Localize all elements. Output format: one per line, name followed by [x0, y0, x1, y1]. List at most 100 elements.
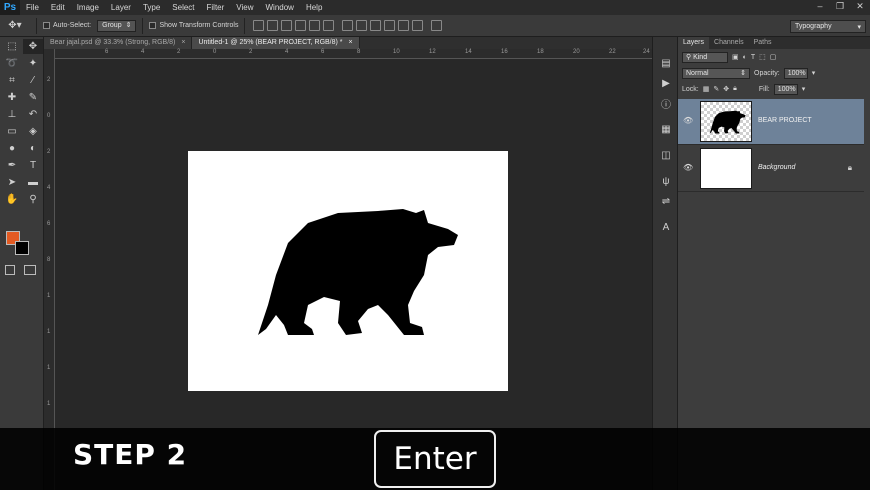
filter-type-icon[interactable]: T — [751, 54, 755, 61]
align-left-icon[interactable] — [295, 20, 307, 31]
zoom-tool-icon[interactable]: ⚲ — [23, 192, 43, 207]
align-right-icon[interactable] — [323, 20, 335, 31]
align-bottom-icon[interactable] — [281, 20, 293, 31]
brush-presets-icon[interactable]: ψ — [653, 171, 679, 191]
tab-bear-jajal[interactable]: Bear jajal.psd @ 33.3% (Strong, RGB/8) × — [44, 37, 193, 49]
distribute-right-icon[interactable] — [412, 20, 424, 31]
rectangle-tool-icon[interactable]: ▬ — [23, 175, 43, 190]
actions-icon[interactable]: ▶ — [653, 73, 679, 93]
menu-view[interactable]: View — [230, 0, 259, 15]
distribute-hcenter-icon[interactable] — [398, 20, 410, 31]
marquee-tool-icon[interactable]: ⬚ — [2, 39, 22, 54]
filter-shape-icon[interactable]: ⬚ — [759, 53, 766, 61]
ruler-vertical[interactable]: 2 0 2 4 6 8 1 1 1 1 — [44, 49, 55, 490]
distribute-vcenter-icon[interactable] — [356, 20, 368, 31]
align-top-icon[interactable] — [253, 20, 265, 31]
lock-paint-icon[interactable]: ✎ — [713, 85, 719, 93]
eyedropper-tool-icon[interactable]: ⁄ — [23, 73, 43, 88]
align-hcenter-icon[interactable] — [309, 20, 321, 31]
character-icon[interactable]: A — [653, 217, 679, 237]
lock-all-icon[interactable]: 🔒︎ — [733, 85, 737, 93]
tab-channels[interactable]: Channels — [709, 37, 749, 49]
brush-tool-icon[interactable]: ✎ — [23, 90, 43, 105]
navigator-icon[interactable]: ◫ — [653, 145, 679, 165]
swatches-icon[interactable]: ▦ — [653, 119, 679, 139]
type-tool-icon[interactable]: T — [23, 158, 43, 173]
move-tool-icon[interactable]: ✥ — [23, 39, 43, 54]
background-color-swatch[interactable] — [15, 241, 29, 255]
history-icon[interactable]: ▤ — [653, 53, 679, 73]
menu-file[interactable]: File — [20, 0, 45, 15]
menu-layer[interactable]: Layer — [105, 0, 137, 15]
fill-input[interactable]: 100% — [773, 83, 798, 95]
auto-select-dropdown[interactable]: Group ⇕ — [97, 19, 137, 32]
ruler-tick: 24 — [643, 49, 650, 55]
tab-paths[interactable]: Paths — [749, 37, 777, 49]
distribute-left-icon[interactable] — [384, 20, 396, 31]
blur-tool-icon[interactable]: ● — [2, 141, 22, 156]
clone-stamp-tool-icon[interactable]: ⊥ — [2, 107, 22, 122]
layer-row-background[interactable]: 👁︎ Background 🔒︎ — [678, 146, 864, 192]
restore-button[interactable]: ❐ — [834, 1, 846, 12]
move-tool-icon[interactable]: ✥▾ — [0, 15, 30, 37]
document-canvas[interactable] — [188, 151, 508, 391]
workspace-dropdown[interactable]: Typography ▾ — [790, 20, 866, 33]
crop-tool-icon[interactable]: ⌗ — [2, 73, 22, 88]
screen-mode-icon[interactable] — [24, 265, 36, 275]
eraser-tool-icon[interactable]: ▭ — [2, 124, 22, 139]
divider — [36, 17, 37, 34]
menu-edit[interactable]: Edit — [45, 0, 71, 15]
minimize-button[interactable]: – — [814, 1, 826, 12]
show-transform-checkbox[interactable]: Show Transform Controls — [149, 22, 238, 29]
distribute-bottom-icon[interactable] — [370, 20, 382, 31]
ruler-tick: 0 — [213, 49, 217, 55]
tab-untitled-1[interactable]: Untitled-1 @ 25% (BEAR PROJECT, RGB/8) *… — [192, 37, 360, 49]
blend-mode-dropdown[interactable]: Normal ⇕ — [682, 67, 750, 79]
menu-image[interactable]: Image — [71, 0, 105, 15]
distribute-top-icon[interactable] — [342, 20, 354, 31]
visibility-eye-icon[interactable]: 👁︎ — [683, 116, 693, 125]
adjustments-icon[interactable]: ⇌ — [653, 191, 679, 211]
tab-layers[interactable]: Layers — [678, 37, 710, 49]
menu-select[interactable]: Select — [166, 0, 200, 15]
history-brush-tool-icon[interactable]: ↶ — [23, 107, 43, 122]
filter-adjustment-icon[interactable]: ◐ — [743, 54, 747, 61]
opacity-input[interactable]: 100% — [783, 67, 808, 79]
fill-label: Fill: — [758, 85, 770, 93]
menu-window[interactable]: Window — [260, 0, 300, 15]
menu-type[interactable]: Type — [137, 0, 166, 15]
chevron-down-icon[interactable]: ▾ — [802, 85, 806, 93]
magic-wand-tool-icon[interactable]: ✦ — [23, 56, 43, 71]
visibility-eye-icon[interactable]: 👁︎ — [683, 163, 693, 172]
auto-select-checkbox[interactable]: Auto-Select: — [43, 22, 91, 29]
ruler-tick: 2 — [47, 149, 51, 155]
lock-move-icon[interactable]: ✥ — [723, 85, 729, 93]
menu-filter[interactable]: Filter — [201, 0, 231, 15]
filter-pixel-icon[interactable]: ▣ — [732, 53, 739, 61]
healing-brush-tool-icon[interactable]: ✚ — [2, 90, 22, 105]
dodge-tool-icon[interactable]: ◐ — [23, 141, 43, 156]
close-button[interactable]: ✕ — [854, 1, 866, 12]
lock-transparent-icon[interactable]: ▦ — [703, 85, 710, 93]
tab-close-icon[interactable]: × — [349, 37, 353, 49]
path-selection-tool-icon[interactable]: ➤ — [2, 175, 22, 190]
ruler-horizontal[interactable]: 6 4 2 0 2 4 6 8 10 12 14 16 18 20 22 24 — [55, 49, 652, 59]
distribute-buttons — [342, 20, 424, 31]
canvas-area[interactable] — [55, 59, 652, 490]
checkbox-box[interactable] — [43, 22, 50, 29]
tab-close-icon[interactable]: × — [181, 37, 185, 49]
hand-tool-icon[interactable]: ✋ — [2, 192, 22, 207]
filter-smart-icon[interactable]: ▢ — [770, 53, 777, 61]
filter-kind-dropdown[interactable]: ⚲ Kind — [682, 51, 728, 63]
quick-mask-icon[interactable] — [5, 265, 15, 275]
auto-align-icon[interactable] — [431, 20, 443, 31]
menu-help[interactable]: Help — [300, 0, 328, 15]
paint-bucket-tool-icon[interactable]: ◈ — [23, 124, 43, 139]
align-vcenter-icon[interactable] — [267, 20, 279, 31]
checkbox-box[interactable] — [149, 22, 157, 29]
lasso-tool-icon[interactable]: ➰ — [2, 56, 22, 71]
pen-tool-icon[interactable]: ✒ — [2, 158, 22, 173]
layer-row-bear-project[interactable]: 👁︎ BEAR PROJECT — [678, 99, 864, 145]
chevron-down-icon[interactable]: ▾ — [812, 69, 816, 77]
info-icon[interactable]: ⓘ — [653, 93, 679, 113]
